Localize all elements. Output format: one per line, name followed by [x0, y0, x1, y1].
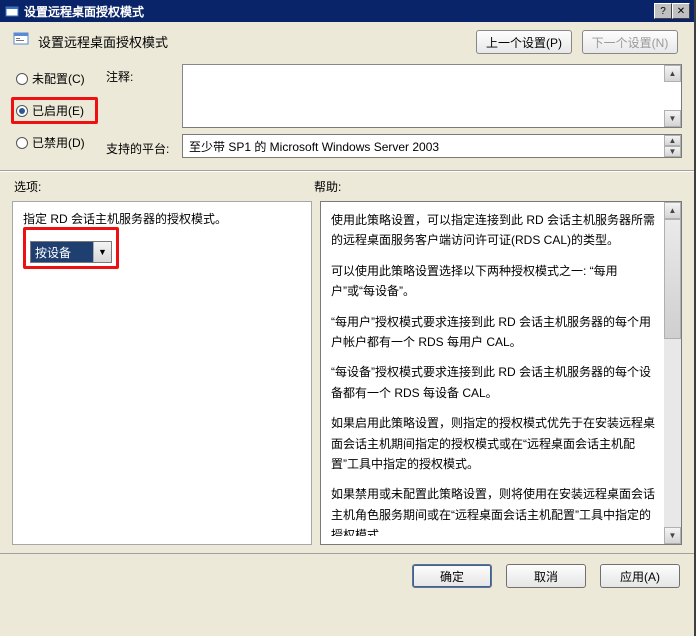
radio-enabled-label: 已启用(E) [32, 102, 84, 119]
help-paragraph: “每用户”授权模式要求连接到此 RD 会话主机服务器的每个用户帐户都有一个 RD… [331, 312, 657, 353]
scroll-down-icon[interactable]: ▼ [664, 110, 681, 127]
platform-value: 至少带 SP1 的 Microsoft Windows Server 2003 [189, 138, 439, 155]
help-button[interactable]: ? [654, 3, 672, 19]
radio-not-configured[interactable]: 未配置(C) [16, 70, 98, 87]
close-button[interactable]: ✕ [672, 3, 690, 19]
help-paragraph: 如果禁用或未配置此策略设置，则将使用在安装远程桌面会话主机角色服务期间或在“远程… [331, 484, 657, 536]
previous-setting-button[interactable]: 上一个设置(P) [476, 30, 572, 54]
notes-label: 注释: [106, 64, 176, 85]
radio-dot-icon [16, 73, 28, 85]
supported-platform-field: 至少带 SP1 的 Microsoft Windows Server 2003 … [182, 134, 682, 158]
page-title: 设置远程桌面授权模式 [38, 30, 476, 51]
next-setting-button[interactable]: 下一个设置(N) [582, 30, 678, 54]
help-paragraph: 如果启用此策略设置，则指定的授权模式优先于在安装远程桌面会话主机期间指定的授权模… [331, 413, 657, 474]
apply-button[interactable]: 应用(A) [600, 564, 680, 588]
radio-not-configured-label: 未配置(C) [32, 70, 85, 87]
policy-icon [12, 30, 32, 50]
help-paragraph: “每设备”授权模式要求连接到此 RD 会话主机服务器的每个设备都有一个 RDS … [331, 362, 657, 403]
apply-label: 应用(A) [620, 568, 660, 585]
radio-dot-icon [16, 137, 28, 149]
help-paragraph: 使用此策略设置，可以指定连接到此 RD 会话主机服务器所需的远程桌面服务客户端访… [331, 210, 657, 251]
scroll-up-icon[interactable]: ▲ [664, 65, 681, 82]
scroll-thumb[interactable] [664, 219, 681, 339]
window-controls: ? ✕ [654, 3, 690, 19]
platform-label: 支持的平台: [106, 134, 176, 157]
help-panel: 使用此策略设置，可以指定连接到此 RD 会话主机服务器所需的远程桌面服务客户端访… [320, 201, 682, 545]
chevron-down-icon: ▼ [93, 242, 111, 262]
radio-enabled[interactable]: 已启用(E) [16, 102, 93, 119]
separator [0, 170, 694, 172]
previous-setting-label: 上一个设置(P) [486, 34, 562, 51]
highlight-dropdown: 按设备 ▼ [23, 227, 119, 269]
radio-dot-icon [16, 105, 28, 117]
dropdown-value: 按设备 [31, 242, 93, 262]
licensing-mode-dropdown[interactable]: 按设备 ▼ [30, 241, 112, 263]
scrollbar[interactable]: ▲ ▼ [664, 202, 681, 544]
titlebar: 设置远程桌面授权模式 ? ✕ [0, 0, 694, 22]
radio-disabled[interactable]: 已禁用(D) [16, 134, 98, 151]
scroll-up-icon[interactable]: ▲ [664, 202, 681, 219]
ok-button[interactable]: 确定 [412, 564, 492, 588]
options-heading: 选项: [14, 178, 314, 195]
notes-textarea[interactable]: ▲ ▼ [182, 64, 682, 128]
help-paragraph: 可以使用此策略设置选择以下两种授权模式之一: “每用户”或“每设备”。 [331, 261, 657, 302]
window-icon [4, 3, 20, 19]
scroll-down-icon[interactable]: ▼ [664, 146, 681, 157]
next-setting-label: 下一个设置(N) [592, 34, 669, 51]
options-description: 指定 RD 会话主机服务器的授权模式。 [23, 210, 301, 227]
cancel-label: 取消 [534, 568, 558, 585]
cancel-button[interactable]: 取消 [506, 564, 586, 588]
radio-disabled-label: 已禁用(D) [32, 134, 85, 151]
ok-label: 确定 [440, 568, 464, 585]
scroll-down-icon[interactable]: ▼ [664, 527, 681, 544]
scroll-up-icon[interactable]: ▲ [664, 135, 681, 146]
window-title: 设置远程桌面授权模式 [24, 3, 654, 20]
options-panel: 指定 RD 会话主机服务器的授权模式。 按设备 ▼ [12, 201, 312, 545]
help-heading: 帮助: [314, 178, 680, 195]
highlight-enabled: 已启用(E) [11, 97, 98, 124]
